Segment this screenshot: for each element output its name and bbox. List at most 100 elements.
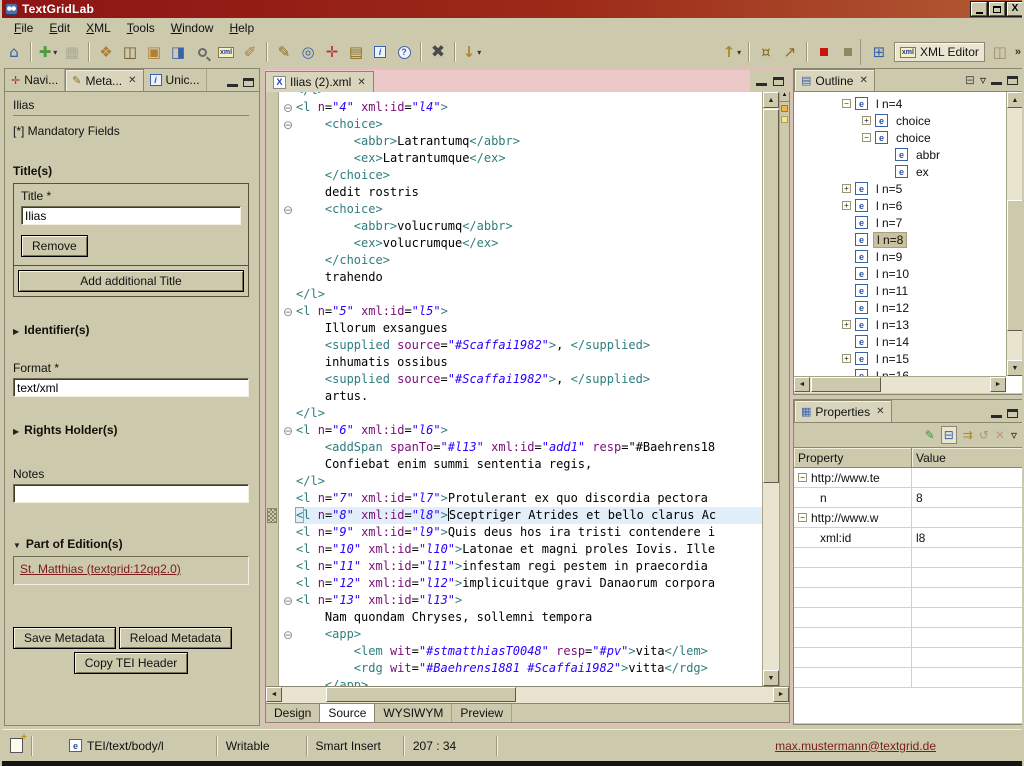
- expand-node-icon[interactable]: +: [862, 116, 871, 125]
- publish-dropdown-icon[interactable]: ▾: [737, 48, 741, 57]
- code-line[interactable]: <abbr>Latrantumq</abbr>: [280, 133, 762, 150]
- view-menu-icon[interactable]: ▿: [1011, 428, 1017, 442]
- empty-property-row[interactable]: [794, 588, 1023, 608]
- scroll-left-arrow[interactable]: ◄: [794, 377, 810, 392]
- outline-node-abbr[interactable]: eabbr: [794, 146, 1023, 163]
- code-line[interactable]: <supplied source="#Scaffai1982">, </supp…: [280, 337, 762, 354]
- collapse-node-icon[interactable]: −: [862, 133, 871, 142]
- info-icon[interactable]: i: [368, 40, 392, 64]
- perspective-overflow-chevron[interactable]: »: [1015, 46, 1022, 58]
- expand-node-icon[interactable]: +: [842, 354, 851, 363]
- metadata-editor-icon[interactable]: ✎: [272, 40, 296, 64]
- object-gallery-icon[interactable]: ❖: [94, 40, 118, 64]
- code-line[interactable]: artus.: [280, 388, 762, 405]
- editor-minimize-icon[interactable]: [756, 83, 767, 86]
- scroll-up-arrow[interactable]: ▲: [763, 92, 779, 108]
- advanced-properties-icon[interactable]: ⇉: [963, 428, 973, 442]
- edition-link[interactable]: St. Matthias (textgrid:12qq2.0): [20, 562, 181, 576]
- code-line[interactable]: </choice>: [280, 252, 762, 269]
- navigator-compass-icon[interactable]: ✛: [320, 40, 344, 64]
- home-icon[interactable]: ⌂: [2, 40, 26, 64]
- tab-navigator[interactable]: ✛ Navi...: [5, 69, 65, 91]
- editor-mode-tab-source[interactable]: Source: [319, 704, 375, 722]
- outline-vertical-scrollbar[interactable]: ▲ ▼: [1006, 92, 1023, 376]
- outline-node-l-n-9[interactable]: el n=9: [794, 248, 1023, 265]
- xml-editor-perspective-button[interactable]: xml XML Editor: [894, 42, 985, 62]
- code-line[interactable]: ⊖<l n="13" xml:id="l13">: [280, 592, 762, 609]
- outline-node-l-n-13[interactable]: +el n=13: [794, 316, 1023, 333]
- reload-metadata-button[interactable]: Reload Metadata: [119, 627, 232, 649]
- open-perspective-button[interactable]: ⊞: [867, 40, 891, 64]
- code-line[interactable]: inhumatis ossibus: [280, 354, 762, 371]
- fold-collapse-icon[interactable]: ⊖: [280, 303, 296, 320]
- scroll-up-arrow[interactable]: ▲: [1007, 92, 1023, 108]
- add-title-button[interactable]: Add additional Title: [18, 270, 244, 292]
- search-browse-icon[interactable]: ◎: [296, 40, 320, 64]
- code-line[interactable]: <abbr>volucrumq</abbr>: [280, 218, 762, 235]
- xml-file-icon[interactable]: xml: [214, 40, 238, 64]
- panel-minimize-icon[interactable]: [991, 82, 1002, 85]
- code-line[interactable]: </app>: [280, 677, 762, 686]
- record-idle-icon[interactable]: [836, 40, 860, 64]
- panel-maximize-icon[interactable]: [243, 78, 254, 87]
- outline-node-choice[interactable]: +echoice: [794, 112, 1023, 129]
- empty-property-row[interactable]: [794, 628, 1023, 648]
- outline-node-l-n-12[interactable]: el n=12: [794, 299, 1023, 316]
- code-line[interactable]: <addSpan spanTo="#l13" xml:id="add1" res…: [280, 439, 762, 456]
- empty-property-row[interactable]: [794, 548, 1023, 568]
- remove-title-button[interactable]: Remove: [21, 235, 88, 257]
- panel-maximize-icon[interactable]: [1007, 76, 1018, 85]
- import-icon[interactable]: ↓▾: [460, 40, 484, 64]
- save-icon[interactable]: ▦: [60, 40, 84, 64]
- code-line[interactable]: <ex>Latrantumque</ex>: [280, 150, 762, 167]
- fold-collapse-icon[interactable]: ⊖: [280, 116, 296, 133]
- collapse-node-icon[interactable]: −: [798, 513, 807, 522]
- empty-property-row[interactable]: [794, 608, 1023, 628]
- menu-help[interactable]: Help: [221, 19, 262, 37]
- menu-window[interactable]: Window: [163, 19, 222, 37]
- editor-mode-tab-design[interactable]: Design: [266, 704, 320, 722]
- save-metadata-button[interactable]: Save Metadata: [13, 627, 116, 649]
- code-line[interactable]: Confiebat enim summi sententia regis,: [280, 456, 762, 473]
- code-line[interactable]: ⊖ <choice>: [280, 116, 762, 133]
- publish-icon[interactable]: ↑▾: [720, 40, 744, 64]
- property-row-http-www-te[interactable]: −http://www.te: [794, 468, 1023, 488]
- editor-mode-tab-wysiwym[interactable]: WYSIWYM: [375, 704, 452, 722]
- code-line[interactable]: ⊖<l n="6" xml:id="l6">: [280, 422, 762, 439]
- editor-horizontal-scrollbar[interactable]: ◄ ►: [265, 687, 790, 704]
- title-input[interactable]: [21, 206, 241, 225]
- code-line[interactable]: </l>: [280, 405, 762, 422]
- restore-default-icon[interactable]: ↺: [979, 428, 989, 442]
- scroll-down-arrow[interactable]: ▼: [1007, 360, 1023, 376]
- search-icon[interactable]: [190, 40, 214, 64]
- code-line[interactable]: </l>: [280, 92, 762, 99]
- scrollbar-thumb[interactable]: [326, 687, 516, 702]
- menu-tools[interactable]: Tools: [119, 19, 163, 37]
- outline-node-l-n-11[interactable]: el n=11: [794, 282, 1023, 299]
- menu-edit[interactable]: Edit: [41, 19, 78, 37]
- copy-tei-header-button[interactable]: Copy TEI Header: [74, 652, 189, 674]
- code-line[interactable]: </l>: [280, 286, 762, 303]
- current-code-line[interactable]: <l n="8" xml:id="l8">Sceptriger Atrides …: [280, 507, 762, 524]
- view-menu-icon[interactable]: ▿: [980, 73, 986, 87]
- outline-node-l-n-15[interactable]: +el n=15: [794, 350, 1023, 367]
- property-row-n[interactable]: n8: [794, 488, 1023, 508]
- code-line[interactable]: <lem wit="#stmatthiasT0048" resp="#pv">v…: [280, 643, 762, 660]
- tab-unicode[interactable]: i Unic...: [144, 69, 207, 91]
- overview-top-button[interactable]: ▲: [780, 92, 789, 102]
- image-link-icon[interactable]: ▣: [142, 40, 166, 64]
- code-line[interactable]: <l n="9" xml:id="l9">Quis deus hos ira t…: [280, 524, 762, 541]
- format-input[interactable]: [13, 378, 249, 397]
- code-line[interactable]: <rdg wit="#Baehrens1881 #Scaffai1982">vi…: [280, 660, 762, 677]
- fold-collapse-icon[interactable]: ⊖: [280, 592, 296, 609]
- code-line[interactable]: Nam quondam Chryses, sollemni tempora: [280, 609, 762, 626]
- help-icon[interactable]: ?: [392, 40, 416, 64]
- editor-maximize-icon[interactable]: [773, 77, 784, 86]
- occurrence-marker[interactable]: [781, 116, 788, 123]
- collapse-node-icon[interactable]: −: [798, 473, 807, 482]
- outline-node-ex[interactable]: eex: [794, 163, 1023, 180]
- expand-node-icon[interactable]: +: [842, 320, 851, 329]
- expand-node-icon[interactable]: +: [842, 184, 851, 193]
- project-user-icon[interactable]: ◨: [166, 40, 190, 64]
- code-line[interactable]: <l n="12" xml:id="l12">implicuitque grav…: [280, 575, 762, 592]
